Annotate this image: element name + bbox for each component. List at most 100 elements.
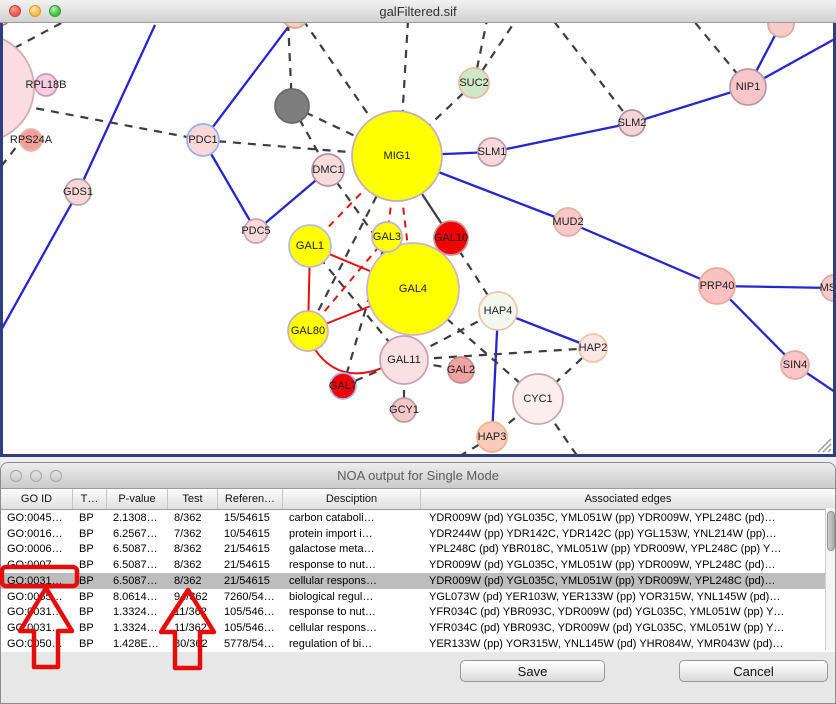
node-left-large[interactable] — [3, 34, 34, 142]
zoom-icon[interactable] — [49, 5, 61, 17]
network-titlebar[interactable]: galFiltered.sif — [0, 0, 836, 23]
minimize-icon[interactable] — [29, 5, 41, 17]
close-icon[interactable] — [10, 470, 22, 482]
table-cell: cellular respons… — [283, 622, 421, 634]
node-GCY1[interactable] — [392, 398, 416, 422]
network-svg[interactable]: RPL18BRPS24AGDS1PDC1PDC5MIG1DMC1SUC2SLM1… — [3, 23, 833, 454]
network-edge[interactable] — [492, 123, 632, 152]
table-row[interactable]: GO:0031…BP1.3324…11/362105/546…response … — [1, 605, 835, 621]
table-row[interactable]: GO:0006…BP6.5087…8/36221/54615galactose … — [1, 542, 835, 558]
zoom-icon[interactable] — [50, 470, 62, 482]
node-top-node-2[interactable] — [768, 23, 794, 37]
table-cell: BP — [73, 606, 107, 618]
minimize-icon[interactable] — [30, 470, 42, 482]
table-body: GO:0045…BP2.1308…8/36215/54615carbon cat… — [1, 510, 835, 652]
table-cell: YFR034C (pd) YBR093C, YDR009W (pd) YGL03… — [421, 606, 835, 618]
table-cell: 2.1308… — [107, 512, 168, 524]
save-button[interactable]: Save — [460, 660, 605, 682]
table-cell: response to nut… — [283, 606, 421, 618]
node-RPS24A[interactable] — [20, 129, 42, 151]
traffic-lights-inactive — [10, 470, 62, 482]
node-DMC1[interactable] — [312, 154, 344, 186]
edges-layer — [3, 23, 833, 454]
table-row[interactable]: GO:0031…BP6.5087…8/36221/54615cellular r… — [1, 573, 835, 589]
table-cell: 5778/54… — [218, 638, 283, 650]
table-cell: BP — [73, 528, 107, 540]
node-GAL7[interactable] — [330, 373, 356, 399]
noa-output-window: NOA output for Single Mode GO IDT…P-valu… — [0, 462, 836, 704]
noa-titlebar[interactable]: NOA output for Single Mode — [1, 463, 835, 489]
node-GAL10[interactable] — [434, 221, 468, 255]
cancel-button[interactable]: Cancel — [679, 660, 828, 682]
node-GAL4[interactable] — [367, 243, 459, 335]
table-cell: YER133W (pp) YOR315W, YNL145W (pd) YHR08… — [421, 638, 835, 650]
node-SLM2[interactable] — [619, 110, 645, 136]
node-GAL2[interactable] — [448, 357, 474, 383]
network-edge[interactable] — [404, 348, 593, 360]
vertical-scrollbar[interactable] — [825, 508, 835, 650]
traffic-lights — [9, 5, 61, 17]
table-cell: 11/362 — [168, 622, 218, 634]
table-cell: 1.3324… — [107, 606, 168, 618]
node-GAL80[interactable] — [288, 311, 328, 351]
node-PRP40[interactable] — [699, 268, 735, 304]
node-GAL3[interactable] — [372, 222, 402, 252]
column-header-referen-[interactable]: Referen… — [218, 489, 283, 509]
table-cell: 7/362 — [168, 528, 218, 540]
table-cell: 21/54615 — [218, 575, 283, 587]
table-cell: 11/362 — [168, 606, 218, 618]
column-header-associated-edges[interactable]: Associated edges — [421, 489, 835, 509]
node-MSL1[interactable] — [821, 275, 833, 301]
table-cell: 1.3324… — [107, 622, 168, 634]
node-HAP2[interactable] — [579, 334, 607, 362]
network-edge[interactable] — [553, 23, 632, 123]
node-GAL11[interactable] — [380, 336, 428, 384]
node-MIG1[interactable] — [352, 111, 442, 201]
column-header-desciption[interactable]: Desciption — [283, 489, 421, 509]
network-edge[interactable] — [78, 25, 155, 192]
table-cell: 94/362 — [168, 591, 218, 603]
table-row[interactable]: GO:0065…BP8.0614…94/3627260/54…biologica… — [1, 589, 835, 605]
node-SUC2[interactable] — [459, 68, 489, 98]
node-GAL1[interactable] — [289, 225, 331, 267]
network-edge[interactable] — [203, 23, 295, 140]
column-header-test[interactable]: Test — [168, 489, 218, 509]
table-cell: BP — [73, 638, 107, 650]
close-icon[interactable] — [9, 5, 21, 17]
node-SLM1[interactable] — [478, 138, 506, 166]
network-edge[interactable] — [3, 192, 78, 332]
resize-grip-icon[interactable] — [818, 439, 831, 452]
table-row[interactable]: GO:0031…BP1.3324…11/362105/546…cellular … — [1, 620, 835, 636]
table-row[interactable]: GO:0016…BP6.2567…7/36210/54615protein im… — [1, 526, 835, 542]
table-cell: YFR034C (pd) YBR093C, YDR009W (pd) YGL03… — [421, 622, 835, 634]
network-canvas[interactable]: RPL18BRPS24AGDS1PDC1PDC5MIG1DMC1SUC2SLM1… — [0, 23, 836, 457]
table-row[interactable]: GO:0050…BP1.428E…80/3625778/54…regulatio… — [1, 636, 835, 652]
node-RPL18B[interactable] — [35, 74, 57, 96]
table-cell: carbon cataboli… — [283, 512, 421, 524]
network-window-title: galFiltered.sif — [0, 4, 836, 19]
node-MUD2[interactable] — [554, 208, 582, 236]
table-row[interactable]: GO:0007…BP6.5087…8/36221/54615response t… — [1, 557, 835, 573]
network-edge[interactable] — [568, 222, 717, 286]
node-CYC1[interactable] — [513, 374, 563, 424]
node-PDC5[interactable] — [244, 219, 268, 243]
table-cell: 21/54615 — [218, 543, 283, 555]
node-gray-node[interactable] — [275, 89, 309, 123]
table-cell: GO:0016… — [1, 528, 73, 540]
node-NIP1[interactable] — [730, 69, 766, 105]
column-header-p-value[interactable]: P-value — [107, 489, 168, 509]
node-top-node-1[interactable] — [282, 23, 308, 28]
table-cell: GO:0031… — [1, 606, 73, 618]
scrollbar-thumb[interactable] — [827, 511, 835, 551]
table-cell: BP — [73, 591, 107, 603]
node-corner-fragment[interactable] — [3, 23, 9, 25]
node-SIN4[interactable] — [781, 351, 809, 379]
node-HAP4[interactable] — [479, 292, 517, 330]
node-GDS1[interactable] — [65, 179, 91, 205]
table-row[interactable]: GO:0045…BP2.1308…8/36215/54615carbon cat… — [1, 510, 835, 526]
column-header-go-id[interactable]: GO ID — [1, 489, 73, 509]
table-cell: 8/362 — [168, 575, 218, 587]
node-HAP3[interactable] — [477, 422, 507, 452]
column-header-t-[interactable]: T… — [73, 489, 107, 509]
node-PDC1[interactable] — [187, 124, 219, 156]
